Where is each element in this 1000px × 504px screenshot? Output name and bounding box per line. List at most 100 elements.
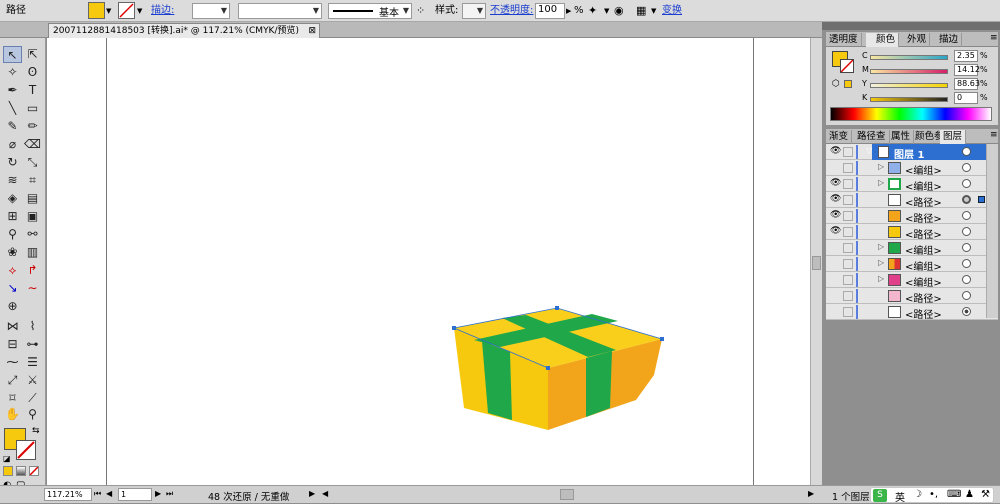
ime-logo-icon[interactable]: S xyxy=(873,489,887,502)
slice-tool-icon[interactable]: ⟋ xyxy=(23,390,42,407)
eye-icon[interactable]: 👁 xyxy=(830,211,841,220)
measure-tool-icon[interactable]: ⤢ xyxy=(3,372,22,389)
lock-toggle[interactable] xyxy=(843,227,853,237)
stroke-color-swatch[interactable] xyxy=(16,440,36,460)
selection-tool-icon[interactable]: ↖ xyxy=(3,46,22,63)
layer-name[interactable]: <路径> xyxy=(905,290,942,305)
slider-value[interactable]: 0 xyxy=(954,92,978,104)
opacity-label-link[interactable]: 不透明度: xyxy=(490,3,533,19)
brush-definition-dropdown[interactable]: 基本 ▼ xyxy=(328,3,412,19)
gradient-mode-icon[interactable] xyxy=(16,466,26,476)
slider-magenta[interactable]: M 14.12 % xyxy=(826,64,998,78)
recolor-artwork-icon[interactable]: ✦ xyxy=(588,3,597,19)
layer-row[interactable]: 👁 <路径> xyxy=(826,208,998,225)
opacity-dropdown-arrow-icon[interactable]: ▶ xyxy=(566,3,571,19)
default-colors-icon[interactable]: ◪ xyxy=(3,454,11,463)
paintbrush-tool-icon[interactable]: ✎ xyxy=(3,118,22,135)
user-icon[interactable]: ♟ xyxy=(965,489,974,500)
live-paint-tool-icon[interactable]: ↱ xyxy=(23,262,42,279)
transform-link[interactable]: 变换 xyxy=(662,3,682,19)
path-eraser-tool-icon[interactable]: ∼ xyxy=(23,280,42,297)
eraser-tool-icon[interactable]: ⌫ xyxy=(23,136,42,153)
layer-name[interactable]: <编组> xyxy=(905,178,942,193)
direct-selection-tool-icon[interactable]: ⇱ xyxy=(23,46,42,63)
layer-name[interactable]: <路径> xyxy=(905,210,942,225)
fill-swatch-button[interactable] xyxy=(88,2,105,19)
crop-tool-icon[interactable]: ⌑ xyxy=(3,390,22,407)
isolate-group-icon[interactable]: ◉ xyxy=(614,3,624,19)
expand-triangle-icon[interactable]: ▷ xyxy=(878,162,884,171)
stroke-weight-dropdown[interactable]: ▼ xyxy=(192,3,230,19)
tab-stroke[interactable]: 描边 xyxy=(936,33,963,47)
perspective-grid-tool-icon[interactable]: ▤ xyxy=(23,190,42,207)
layers-scrollbar[interactable] xyxy=(986,144,998,318)
tab-pathfinder[interactable]: 路径查 xyxy=(854,130,890,144)
layer-name[interactable]: <路径> xyxy=(905,306,942,321)
layer-name[interactable]: <编组> xyxy=(905,274,942,289)
lock-toggle[interactable] xyxy=(843,291,853,301)
slider-track[interactable] xyxy=(870,83,948,88)
mesh-tool-icon[interactable]: ⊞ xyxy=(3,208,22,225)
slider-value[interactable]: 2.35 xyxy=(954,50,978,62)
target-circle-icon[interactable] xyxy=(962,259,971,268)
layer-name[interactable]: <编组> xyxy=(905,242,942,257)
scroll-left-icon[interactable]: ◀ xyxy=(322,489,328,498)
anchor-point[interactable] xyxy=(660,337,664,341)
target-circle-icon[interactable] xyxy=(962,307,971,316)
layer-row[interactable]: ▷ <编组> xyxy=(826,256,998,273)
slider-cyan[interactable]: C 2.35 % xyxy=(826,50,998,64)
lock-toggle[interactable] xyxy=(843,179,853,189)
eyedropper-tool-icon[interactable]: ⚲ xyxy=(3,226,22,243)
anchor-point[interactable] xyxy=(452,326,456,330)
free-transform-tool-icon[interactable]: ⌗ xyxy=(23,172,42,189)
wrench-icon[interactable]: ⚒ xyxy=(981,489,990,500)
layer-row[interactable]: ▷ <编组> xyxy=(826,160,998,177)
slider-value[interactable]: 14.12 xyxy=(954,64,980,76)
type-tool-icon[interactable]: T xyxy=(23,82,42,99)
target-circle-icon[interactable] xyxy=(962,195,971,204)
eye-icon[interactable]: 👁 xyxy=(830,195,841,204)
tab-transparency[interactable]: 透明度 xyxy=(826,33,862,47)
expand-triangle-icon[interactable]: ▽ xyxy=(866,146,872,155)
pencil-tool-icon[interactable]: ✏ xyxy=(23,118,42,135)
last-artboard-icon[interactable]: ⏭ xyxy=(166,489,173,499)
graphic-style-dropdown[interactable]: ▼ xyxy=(462,3,486,19)
slider-yellow[interactable]: Y 88.63 % xyxy=(826,78,998,92)
expand-triangle-icon[interactable]: ▷ xyxy=(878,178,884,187)
zoom-tool-icon[interactable]: ⚲ xyxy=(23,406,42,423)
anchor-point[interactable] xyxy=(546,366,550,370)
stroke-dropdown-arrow-icon[interactable]: ▼ xyxy=(137,3,142,19)
target-circle-icon[interactable] xyxy=(962,243,971,252)
eye-icon[interactable] xyxy=(830,307,840,316)
target-circle-icon[interactable] xyxy=(962,227,971,236)
wave-tool-icon[interactable]: ⌇ xyxy=(23,318,42,335)
rectangle-tool-icon[interactable]: ▭ xyxy=(23,100,42,117)
anchor-convert-tool-icon[interactable]: ↘ xyxy=(3,280,22,297)
tab-appearance[interactable]: 外观 xyxy=(904,33,931,47)
expand-triangle-icon[interactable]: ▷ xyxy=(878,258,884,267)
target-circle-icon[interactable] xyxy=(962,211,971,220)
target-circle-icon[interactable] xyxy=(962,163,971,172)
rotate-tool-icon[interactable]: ↻ xyxy=(3,154,22,171)
tab-gradient[interactable]: 渐变 xyxy=(826,130,853,144)
layer-name[interactable]: <路径> xyxy=(905,226,942,241)
lock-toggle[interactable] xyxy=(843,211,853,221)
eye-icon[interactable] xyxy=(830,291,840,300)
target-circle-icon[interactable] xyxy=(962,147,971,156)
layer-row[interactable]: 👁 ▽ 图层 1 xyxy=(826,144,998,161)
eye-icon[interactable] xyxy=(830,163,840,172)
lock-toggle[interactable] xyxy=(843,243,853,253)
lock-toggle[interactable] xyxy=(843,163,853,173)
shape-builder-tool-icon[interactable]: ◈ xyxy=(3,190,22,207)
lock-toggle[interactable] xyxy=(843,195,853,205)
expand-triangle-icon[interactable]: ▷ xyxy=(878,274,884,283)
selection-indicator[interactable] xyxy=(978,196,985,203)
warp-tool-icon[interactable]: ≋ xyxy=(3,172,22,189)
scale-tool-icon[interactable]: ⤡ xyxy=(23,154,42,171)
lasso-tool-icon[interactable]: ʘ xyxy=(23,64,42,81)
canvas-pasteboard[interactable] xyxy=(47,38,822,490)
stroke-swatch-button[interactable] xyxy=(118,2,135,19)
panel-menu-icon[interactable]: ≡ xyxy=(990,33,998,43)
expand-triangle-icon[interactable]: ▷ xyxy=(878,242,884,251)
align-tool-icon[interactable]: ☰ xyxy=(23,354,42,371)
